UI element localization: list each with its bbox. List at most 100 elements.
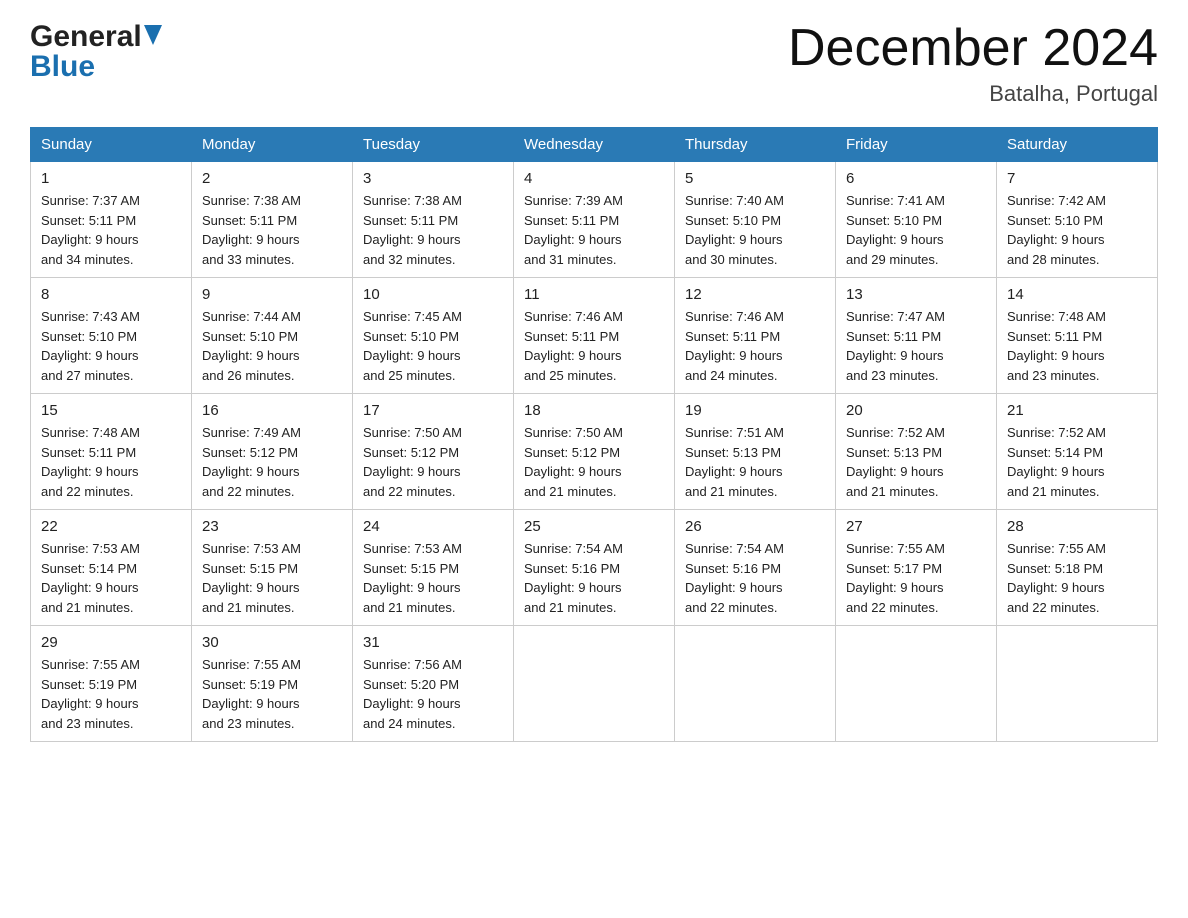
calendar-cell: 25 Sunrise: 7:54 AMSunset: 5:16 PMDayligh… [514, 510, 675, 626]
day-info: Sunrise: 7:38 AMSunset: 5:11 PMDaylight:… [202, 191, 342, 269]
day-info: Sunrise: 7:48 AMSunset: 5:11 PMDaylight:… [41, 423, 181, 501]
day-info: Sunrise: 7:56 AMSunset: 5:20 PMDaylight:… [363, 655, 503, 733]
day-info: Sunrise: 7:50 AMSunset: 5:12 PMDaylight:… [363, 423, 503, 501]
weekday-header-wednesday: Wednesday [514, 128, 675, 162]
day-number: 25 [524, 518, 664, 535]
day-number: 17 [363, 402, 503, 419]
calendar-cell: 23Sunrise: 7:53 AMSunset: 5:15 PMDayligh… [192, 510, 353, 626]
page-header: General Blue December 2024 Batalha, Port… [30, 20, 1158, 107]
logo-triangle-icon [144, 25, 162, 45]
calendar-cell: 18 Sunrise: 7:50 AMSunset: 5:12 PMDayligh… [514, 394, 675, 510]
day-number: 26 [685, 518, 825, 535]
calendar-cell: 26 Sunrise: 7:54 AMSunset: 5:16 PMDayligh… [675, 510, 836, 626]
day-info: Sunrise: 7:54 AMSunset: 5:16 PMDaylight:… [524, 539, 664, 617]
logo-general: General [30, 20, 142, 54]
location-title: Batalha, Portugal [788, 81, 1158, 107]
day-number: 20 [846, 402, 986, 419]
calendar-cell: 28 Sunrise: 7:55 AMSunset: 5:18 PMDayligh… [997, 510, 1158, 626]
day-number: 7 [1007, 170, 1147, 187]
day-info: Sunrise: 7:51 AMSunset: 5:13 PMDaylight:… [685, 423, 825, 501]
logo-blue: Blue [30, 50, 95, 84]
weekday-header-tuesday: Tuesday [353, 128, 514, 162]
weekday-header-row: SundayMondayTuesdayWednesdayThursdayFrid… [31, 128, 1158, 162]
calendar-cell: 17 Sunrise: 7:50 AMSunset: 5:12 PMDayligh… [353, 394, 514, 510]
day-number: 31 [363, 634, 503, 651]
calendar-cell: 8 Sunrise: 7:43 AMSunset: 5:10 PMDaylight… [31, 278, 192, 394]
day-number: 14 [1007, 286, 1147, 303]
day-number: 27 [846, 518, 986, 535]
calendar-cell: 19 Sunrise: 7:51 AMSunset: 5:13 PMDayligh… [675, 394, 836, 510]
day-info: Sunrise: 7:54 AMSunset: 5:16 PMDaylight:… [685, 539, 825, 617]
day-info: Sunrise: 7:43 AMSunset: 5:10 PMDaylight:… [41, 307, 181, 385]
title-area: December 2024 Batalha, Portugal [788, 20, 1158, 107]
calendar-cell: 29Sunrise: 7:55 AMSunset: 5:19 PMDayligh… [31, 626, 192, 742]
day-info: Sunrise: 7:55 AMSunset: 5:19 PMDaylight:… [202, 655, 342, 733]
day-info: Sunrise: 7:55 AMSunset: 5:18 PMDaylight:… [1007, 539, 1147, 617]
calendar-cell: 13Sunrise: 7:47 AMSunset: 5:11 PMDayligh… [836, 278, 997, 394]
day-number: 10 [363, 286, 503, 303]
day-number: 30 [202, 634, 342, 651]
day-info: Sunrise: 7:55 AMSunset: 5:19 PMDaylight:… [41, 655, 181, 733]
day-info: Sunrise: 7:42 AMSunset: 5:10 PMDaylight:… [1007, 191, 1147, 269]
day-number: 21 [1007, 402, 1147, 419]
calendar-cell: 22 Sunrise: 7:53 AMSunset: 5:14 PMDayligh… [31, 510, 192, 626]
day-number: 15 [41, 402, 181, 419]
weekday-header-monday: Monday [192, 128, 353, 162]
calendar-table: SundayMondayTuesdayWednesdayThursdayFrid… [30, 127, 1158, 742]
calendar-cell: 24 Sunrise: 7:53 AMSunset: 5:15 PMDayligh… [353, 510, 514, 626]
day-number: 28 [1007, 518, 1147, 535]
day-number: 4 [524, 170, 664, 187]
day-number: 3 [363, 170, 503, 187]
calendar-cell: 27 Sunrise: 7:55 AMSunset: 5:17 PMDayligh… [836, 510, 997, 626]
day-info: Sunrise: 7:38 AMSunset: 5:11 PMDaylight:… [363, 191, 503, 269]
calendar-cell: 10 Sunrise: 7:45 AMSunset: 5:10 PMDayligh… [353, 278, 514, 394]
calendar-cell: 7 Sunrise: 7:42 AMSunset: 5:10 PMDaylight… [997, 162, 1158, 278]
day-number: 13 [846, 286, 986, 303]
day-number: 19 [685, 402, 825, 419]
day-number: 6 [846, 170, 986, 187]
calendar-cell: 2Sunrise: 7:38 AMSunset: 5:11 PMDaylight… [192, 162, 353, 278]
day-number: 18 [524, 402, 664, 419]
calendar-cell: 5Sunrise: 7:40 AMSunset: 5:10 PMDaylight… [675, 162, 836, 278]
week-row-4: 22 Sunrise: 7:53 AMSunset: 5:14 PMDayligh… [31, 510, 1158, 626]
calendar-cell: 9Sunrise: 7:44 AMSunset: 5:10 PMDaylight… [192, 278, 353, 394]
week-row-2: 8 Sunrise: 7:43 AMSunset: 5:10 PMDaylight… [31, 278, 1158, 394]
day-info: Sunrise: 7:48 AMSunset: 5:11 PMDaylight:… [1007, 307, 1147, 385]
day-number: 8 [41, 286, 181, 303]
day-info: Sunrise: 7:50 AMSunset: 5:12 PMDaylight:… [524, 423, 664, 501]
calendar-cell: 16 Sunrise: 7:49 AMSunset: 5:12 PMDayligh… [192, 394, 353, 510]
day-info: Sunrise: 7:55 AMSunset: 5:17 PMDaylight:… [846, 539, 986, 617]
day-info: Sunrise: 7:46 AMSunset: 5:11 PMDaylight:… [685, 307, 825, 385]
day-info: Sunrise: 7:41 AMSunset: 5:10 PMDaylight:… [846, 191, 986, 269]
day-number: 24 [363, 518, 503, 535]
day-number: 12 [685, 286, 825, 303]
calendar-cell: 20 Sunrise: 7:52 AMSunset: 5:13 PMDayligh… [836, 394, 997, 510]
weekday-header-saturday: Saturday [997, 128, 1158, 162]
day-info: Sunrise: 7:40 AMSunset: 5:10 PMDaylight:… [685, 191, 825, 269]
weekday-header-thursday: Thursday [675, 128, 836, 162]
week-row-5: 29Sunrise: 7:55 AMSunset: 5:19 PMDayligh… [31, 626, 1158, 742]
weekday-header-sunday: Sunday [31, 128, 192, 162]
day-info: Sunrise: 7:53 AMSunset: 5:15 PMDaylight:… [202, 539, 342, 617]
day-number: 1 [41, 170, 181, 187]
day-info: Sunrise: 7:39 AMSunset: 5:11 PMDaylight:… [524, 191, 664, 269]
calendar-cell [836, 626, 997, 742]
day-info: Sunrise: 7:52 AMSunset: 5:13 PMDaylight:… [846, 423, 986, 501]
day-number: 16 [202, 402, 342, 419]
week-row-1: 1Sunrise: 7:37 AMSunset: 5:11 PMDaylight… [31, 162, 1158, 278]
day-info: Sunrise: 7:53 AMSunset: 5:15 PMDaylight:… [363, 539, 503, 617]
day-number: 11 [524, 286, 664, 303]
calendar-cell [514, 626, 675, 742]
day-info: Sunrise: 7:53 AMSunset: 5:14 PMDaylight:… [41, 539, 181, 617]
day-info: Sunrise: 7:49 AMSunset: 5:12 PMDaylight:… [202, 423, 342, 501]
calendar-cell: 31 Sunrise: 7:56 AMSunset: 5:20 PMDayligh… [353, 626, 514, 742]
day-number: 22 [41, 518, 181, 535]
day-info: Sunrise: 7:46 AMSunset: 5:11 PMDaylight:… [524, 307, 664, 385]
calendar-cell: 4 Sunrise: 7:39 AMSunset: 5:11 PMDaylight… [514, 162, 675, 278]
day-info: Sunrise: 7:45 AMSunset: 5:10 PMDaylight:… [363, 307, 503, 385]
day-info: Sunrise: 7:44 AMSunset: 5:10 PMDaylight:… [202, 307, 342, 385]
weekday-header-friday: Friday [836, 128, 997, 162]
calendar-cell: 1Sunrise: 7:37 AMSunset: 5:11 PMDaylight… [31, 162, 192, 278]
calendar-cell: 12 Sunrise: 7:46 AMSunset: 5:11 PMDayligh… [675, 278, 836, 394]
calendar-cell: 30 Sunrise: 7:55 AMSunset: 5:19 PMDayligh… [192, 626, 353, 742]
